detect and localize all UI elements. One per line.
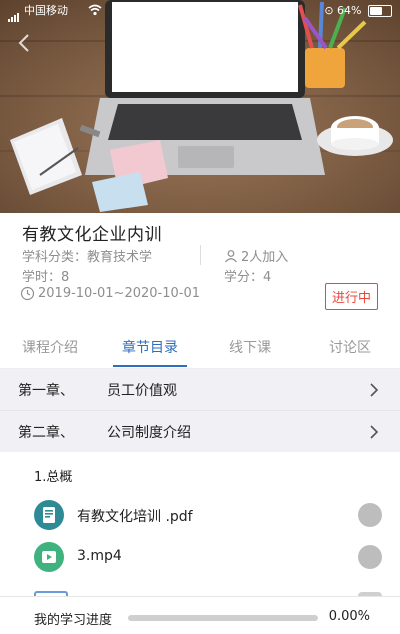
video-play-icon: [34, 542, 64, 572]
credits: 学分：4: [224, 270, 272, 285]
chevron-right-icon: [370, 425, 379, 439]
course-cover-image: 中国移动 12:52 ⊙ 64%: [0, 0, 400, 213]
back-button[interactable]: [12, 30, 38, 56]
lesson-item-pdf[interactable]: 有教文化培训 .pdf: [0, 497, 400, 533]
progress-track: [128, 615, 318, 621]
chapter-row-1[interactable]: 第一章、 员工价值观: [0, 369, 400, 410]
person-icon: [225, 249, 237, 262]
chapter-title: 员工价值观: [107, 383, 177, 399]
info-divider: [200, 245, 201, 265]
enrolled-text: 2人加入: [241, 250, 289, 265]
study-hours: 学时：8: [22, 270, 70, 285]
course-info-panel: 有教文化企业内训 学科分类：教育技术学 2人加入 学时：8 学分：4 2019-…: [0, 213, 400, 330]
course-title: 有教文化企业内训: [22, 225, 162, 245]
chevron-right-icon: [370, 383, 379, 397]
chapter-row-2[interactable]: 第二章、 公司制度介绍: [0, 411, 400, 452]
status-bar: 中国移动 12:52 ⊙ 64%: [0, 0, 400, 22]
progress-label: 我的学习进度: [34, 613, 113, 628]
clock-icon: [20, 286, 35, 301]
lesson-item-video[interactable]: 3.mp4: [0, 539, 400, 575]
tab-discussion[interactable]: 讨论区: [300, 330, 400, 368]
desk-laptop-illustration: [0, 0, 400, 213]
chapter-number: 第二章、: [18, 425, 74, 441]
lesson-name: 有教文化培训 .pdf: [77, 509, 193, 525]
lesson-status-dot: [358, 545, 382, 569]
battery-percent: 64%: [337, 4, 362, 17]
lesson-status-dot: [358, 503, 382, 527]
progress-value: 0.00%: [328, 609, 370, 624]
enrolled-count: 2人加入: [224, 246, 288, 265]
chapter-title: 公司制度介绍: [107, 425, 191, 441]
alarm-icon: ⊙: [324, 4, 334, 17]
lesson-name: 3.mp4: [77, 548, 122, 564]
status-badge: 进行中: [324, 283, 378, 310]
course-tabs: 课程介绍 章节目录 线下课 讨论区: [0, 330, 400, 369]
subject-category: 学科分类：教育技术学: [22, 250, 153, 265]
pdf-file-icon: [34, 500, 64, 530]
learning-progress-bar: 我的学习进度 0.00%: [0, 596, 400, 634]
course-period: 2019-10-01~2020-10-01: [20, 286, 200, 301]
chevron-left-icon: [18, 34, 29, 52]
period-text: 2019-10-01~2020-10-01: [38, 286, 200, 301]
chapter-number: 第一章、: [18, 383, 74, 399]
tab-offline-class[interactable]: 线下课: [200, 330, 300, 368]
status-right-icons: ⊙ 64%: [324, 0, 392, 22]
battery-icon: [368, 5, 392, 17]
active-tab-indicator: [113, 365, 187, 367]
tab-chapter-list[interactable]: 章节目录: [100, 330, 200, 368]
tab-course-intro[interactable]: 课程介绍: [0, 330, 100, 368]
section-heading: 1.总概: [34, 470, 73, 485]
